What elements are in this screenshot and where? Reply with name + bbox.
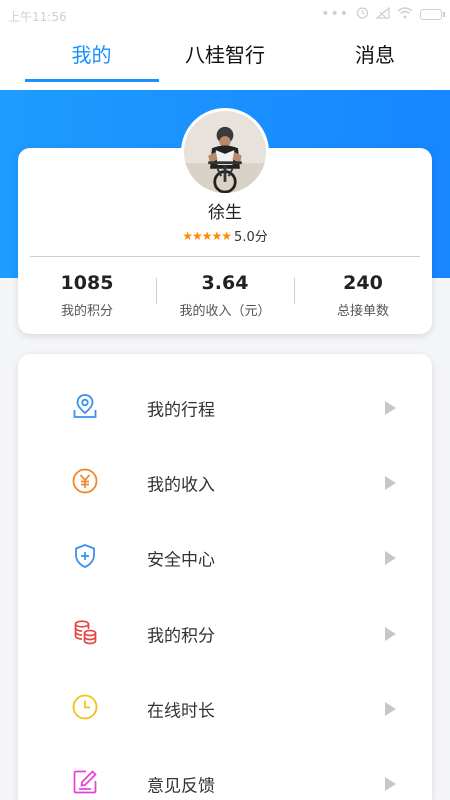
menu-item-label: 我的积分 (147, 626, 215, 647)
map-pin-icon (71, 392, 99, 420)
chevron-right-icon (384, 702, 396, 716)
menu-item-my-trips[interactable]: 我的行程 (18, 368, 432, 444)
menu-item-online-duration[interactable]: 在线时长 (18, 669, 432, 745)
menu-item-my-points[interactable]: 我的积分 (18, 594, 432, 670)
stat-income-value: 3.64 (201, 272, 249, 294)
divider (30, 256, 420, 257)
yuan-coin-icon (71, 467, 99, 495)
active-tab-indicator (25, 79, 159, 82)
chevron-right-icon (384, 627, 396, 641)
top-tab-bar: 我的 八桂智行 消息 (0, 32, 450, 90)
stat-income-label: 我的收入（元） (179, 304, 271, 319)
menu-item-my-income[interactable]: 我的收入 (18, 443, 432, 519)
menu-item-label: 我的收入 (147, 475, 215, 496)
stat-points-value: 1085 (60, 272, 114, 294)
stat-points[interactable]: 1085 我的积分 (18, 272, 156, 319)
chevron-right-icon (384, 551, 396, 565)
user-name: 徐生 (208, 203, 242, 223)
shield-plus-icon (71, 542, 99, 570)
stat-income[interactable]: 3.64 我的收入（元） (156, 272, 294, 319)
avatar[interactable] (181, 108, 269, 196)
stat-orders-label: 总接单数 (336, 304, 389, 319)
chevron-right-icon (384, 777, 396, 791)
more-dots-icon: ••• (321, 6, 349, 22)
alarm-icon (356, 6, 369, 22)
battery-icon (420, 8, 445, 20)
status-time: 上午11:56 (8, 10, 67, 24)
menu-item-label: 安全中心 (147, 550, 215, 571)
rating-text: 5.0分 (234, 230, 268, 245)
signal-icon (375, 6, 390, 22)
stat-points-label: 我的积分 (60, 304, 113, 319)
menu-item-feedback[interactable]: 意见反馈 (18, 744, 432, 800)
cyclist-photo (184, 111, 266, 193)
tab-bagui-zhixing[interactable]: 八桂智行 (165, 32, 285, 90)
tab-messages[interactable]: 消息 (330, 32, 420, 90)
status-bar: 上午11:56 ••• (0, 0, 450, 32)
stat-orders[interactable]: 240 总接单数 (294, 272, 432, 319)
chevron-right-icon (384, 476, 396, 490)
rating: ★★★★★ 5.0分 (18, 226, 432, 246)
menu-item-safety-center[interactable]: 安全中心 (18, 518, 432, 594)
stat-orders-value: 240 (343, 272, 383, 294)
edit-icon (71, 768, 99, 796)
menu-item-label: 我的行程 (147, 400, 215, 421)
coin-stack-icon (71, 618, 99, 646)
menu-item-label: 在线时长 (147, 701, 215, 722)
menu-item-label: 意见反馈 (147, 776, 215, 797)
clock-icon (71, 693, 99, 721)
status-icons: ••• (321, 6, 445, 22)
chevron-right-icon (384, 401, 396, 415)
wifi-icon (397, 6, 413, 22)
rating-stars-icon: ★★★★★ (182, 228, 232, 243)
menu-card: 我的行程 我的收入 安全中心 我的积分 在线时长 意见反馈 (18, 354, 432, 800)
